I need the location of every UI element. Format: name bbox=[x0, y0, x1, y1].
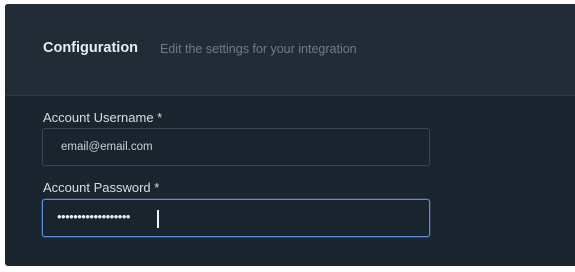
username-input[interactable]: email@email.com bbox=[42, 128, 430, 166]
configuration-panel: Configuration Edit the settings for your… bbox=[5, 4, 575, 266]
password-label: Account Password * bbox=[43, 180, 160, 195]
configuration-header: Configuration Edit the settings for your… bbox=[5, 4, 575, 96]
page-subtitle: Edit the settings for your integration bbox=[160, 42, 357, 56]
username-value: email@email.com bbox=[61, 141, 153, 153]
text-caret bbox=[157, 210, 159, 228]
password-input[interactable]: •••••••••••••••••• bbox=[42, 199, 430, 237]
username-label: Account Username * bbox=[43, 110, 163, 125]
password-value: •••••••••••••••••• bbox=[57, 209, 130, 224]
page-title: Configuration bbox=[43, 40, 139, 56]
